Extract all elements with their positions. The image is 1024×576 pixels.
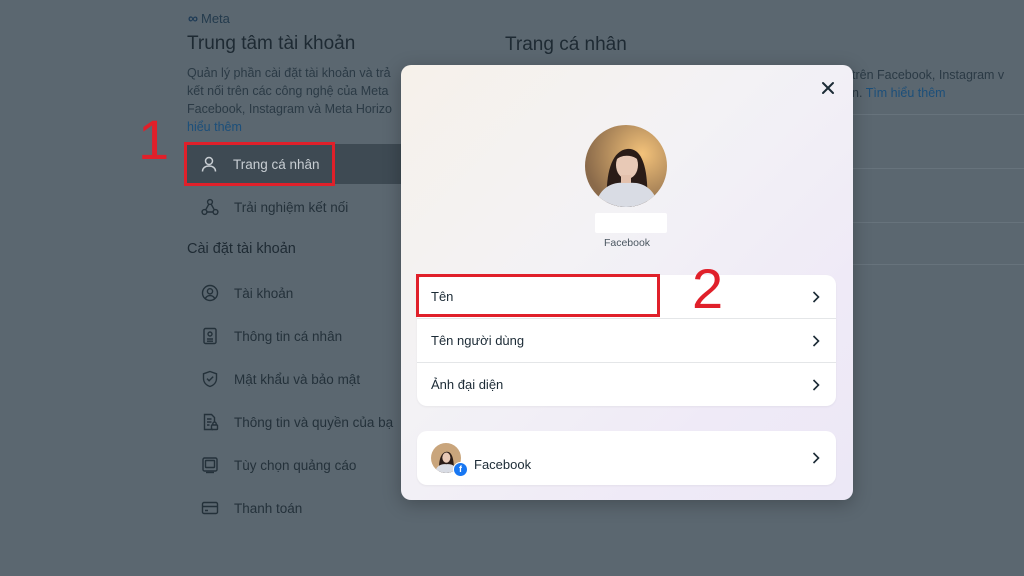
username-row-label: Tên người dùng [431, 333, 525, 348]
profile-source-label: Facebook [603, 237, 651, 249]
close-icon [821, 81, 835, 100]
learn-more-link[interactable]: hiểu thêm [187, 120, 242, 134]
main-description: trên Facebook, Instagram v n. Tìm hiểu t… [852, 66, 1004, 102]
profile-name-redacted [595, 213, 667, 233]
meta-brand-text: Meta [200, 10, 230, 26]
account-avatar: f [431, 443, 468, 477]
sidebar-item-label: Trải nghiệm kết nối [234, 199, 349, 215]
annotation-highlight-2 [416, 274, 660, 317]
sidebar-item-label: Thông tin và quyền của bạ [234, 414, 394, 430]
connected-nodes-icon [200, 197, 220, 217]
main-page-title: Trang cá nhân [505, 34, 627, 55]
profile-picture-row-label: Ảnh đại diện [431, 377, 504, 392]
main-learn-more-link[interactable]: Tìm hiểu thêm [866, 86, 946, 100]
sidebar-item-password-security[interactable]: Mật khẩu và bảo mật [187, 359, 409, 399]
sidebar-item-ad-preferences[interactable]: Tùy chọn quảng cáo [187, 445, 409, 485]
facebook-account-row[interactable]: f Facebook [417, 431, 836, 485]
ad-monitor-icon [200, 455, 220, 475]
sidebar-item-connected-experiences[interactable]: Trải nghiệm kết nối [187, 187, 409, 227]
chevron-right-icon [812, 334, 822, 348]
chevron-right-icon [812, 378, 822, 392]
divider [852, 168, 1024, 169]
chevron-right-icon [812, 451, 822, 465]
annotation-step-1: 1 [138, 108, 170, 171]
annotation-step-2: 2 [692, 257, 724, 320]
sidebar-item-account[interactable]: Tài khoản [187, 273, 409, 313]
chevron-right-icon [812, 290, 822, 304]
profile-avatar [585, 125, 667, 207]
account-card: f Facebook [417, 431, 836, 485]
sidebar-item-label: Tùy chọn quảng cáo [234, 457, 357, 473]
document-lock-icon [200, 412, 220, 432]
divider [852, 264, 1024, 265]
sidebar-item-payments[interactable]: Thanh toán [187, 488, 409, 528]
annotation-highlight-1 [184, 142, 335, 186]
sidebar-item-label: Thanh toán [234, 500, 303, 516]
sidebar-item-personal-info[interactable]: Thông tin cá nhân [187, 316, 409, 356]
sidebar-item-info-permissions[interactable]: Thông tin và quyền của bạ [187, 402, 409, 442]
sidebar-item-label: Tài khoản [234, 285, 294, 301]
sidebar-item-label: Mật khẩu và bảo mật [234, 371, 361, 387]
profile-picture-row[interactable]: Ảnh đại diện [417, 362, 836, 406]
account-circle-icon [200, 283, 220, 303]
shield-icon [200, 369, 220, 389]
account-label: Facebook [474, 456, 532, 472]
divider [852, 114, 1024, 115]
username-row[interactable]: Tên người dùng [417, 318, 836, 362]
sidebar-description: Quản lý phần cài đặt tài khoản và trả kế… [187, 64, 407, 136]
id-card-icon [200, 326, 220, 346]
sidebar-description-text: Quản lý phần cài đặt tài khoản và trả kế… [187, 66, 392, 116]
close-button[interactable] [817, 79, 839, 101]
sidebar: ∞ Meta Trung tâm tài khoản Quản lý phần … [0, 0, 410, 576]
settings-section-title: Cài đặt tài khoản [187, 241, 296, 257]
meta-logo: ∞ Meta [188, 10, 230, 26]
credit-card-icon [200, 498, 220, 518]
meta-infinity-icon: ∞ [188, 10, 198, 26]
divider [852, 222, 1024, 223]
sidebar-title: Trung tâm tài khoản [187, 33, 356, 54]
facebook-logo-icon: f [453, 462, 468, 477]
sidebar-item-label: Thông tin cá nhân [234, 328, 343, 344]
